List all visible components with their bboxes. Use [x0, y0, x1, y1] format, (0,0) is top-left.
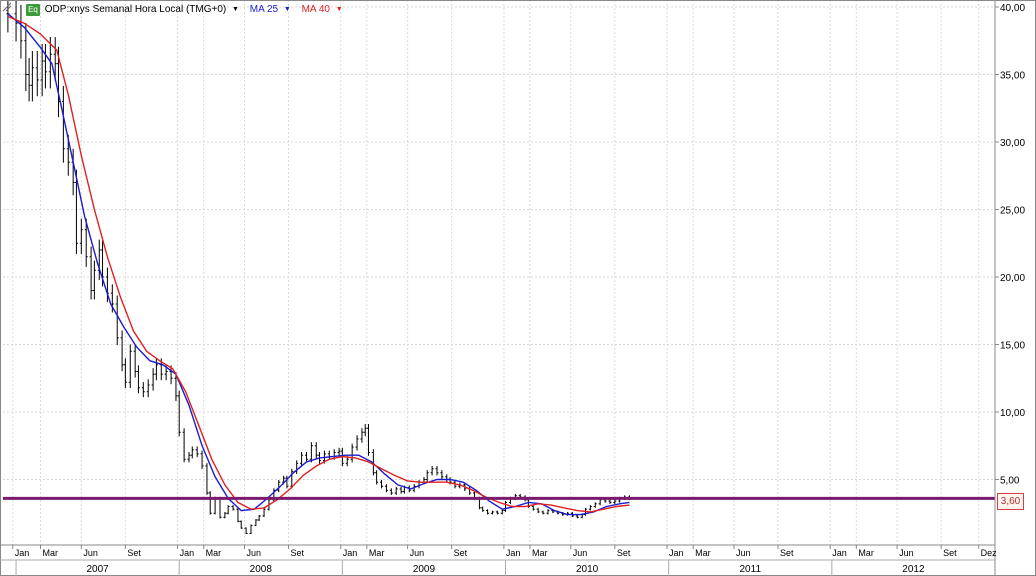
x-tick-label: Jun [83, 548, 98, 558]
year-label: 2008 [250, 564, 273, 575]
ma25-line [7, 13, 630, 516]
x-tick-label: Set [127, 548, 141, 558]
x-tick-label: Jun [246, 548, 261, 558]
x-tick-label: Jun [736, 548, 751, 558]
grid-lines [3, 0, 995, 545]
year-label: 2012 [902, 564, 925, 575]
y-tick-label: 25,00 [1000, 206, 1025, 217]
x-tick-label: Set [291, 548, 305, 558]
x-tick-label: Jan [343, 548, 358, 558]
corner-resize-icon[interactable] [2, 2, 12, 12]
year-label: 2011 [740, 564, 762, 575]
x-tick-label: Jun [410, 548, 425, 558]
x-tick-label: Set [454, 548, 468, 558]
equity-badge: Eq [26, 4, 40, 16]
year-label: 2010 [576, 564, 599, 575]
x-tick-label: Jan [669, 548, 684, 558]
ma40-dropdown-icon[interactable]: ▼ [336, 3, 343, 17]
x-tick-label: Mar [369, 548, 385, 558]
series-group [6, 0, 632, 534]
price-chart[interactable]: 5,00 10,00 15,00 20,00 25,00 30,00 35,00 40,00 J… [0, 0, 1036, 576]
current-price-tag: 3,60 [997, 493, 1024, 510]
x-tick-label: Mar [43, 548, 59, 558]
x-tick-label: Set [780, 548, 794, 558]
ma40-label[interactable]: MA 40 [302, 3, 330, 17]
x-tick-label: Mar [858, 548, 874, 558]
ma25-label[interactable]: MA 25 [250, 3, 278, 17]
x-tick-label: Mar [532, 548, 548, 558]
x-tick-label: Set [943, 548, 957, 558]
x-tick-label: Jan [180, 548, 195, 558]
year-label: 2007 [87, 564, 110, 575]
y-tick-label: 30,00 [1000, 138, 1025, 149]
x-tick-label: Jan [15, 548, 30, 558]
x-tick-label: Jan [832, 548, 847, 558]
x-tick-label: Mar [206, 548, 222, 558]
x-tick-label: Jun [899, 548, 914, 558]
y-tick-label: 10,00 [1000, 408, 1025, 419]
chart-header: Eq ODP:xnys Semanal Hora Local (TMG+0) ▼… [26, 3, 351, 17]
x-tick-label: Jun [573, 548, 588, 558]
y-tick-label: 35,00 [1000, 71, 1025, 82]
y-tick-label: 5,00 [1000, 476, 1020, 487]
x-tick-label: Mar [695, 548, 711, 558]
y-tick-label: 20,00 [1000, 273, 1025, 284]
axes: 5,00 10,00 15,00 20,00 25,00 30,00 35,00 40,00 J… [0, 0, 1036, 576]
symbol-dropdown-icon[interactable]: ▼ [232, 3, 239, 17]
y-tick-label: 40,00 [1000, 3, 1025, 14]
x-tick-label: Jan [506, 548, 521, 558]
symbol-label[interactable]: ODP:xnys Semanal Hora Local (TMG+0) [45, 3, 226, 17]
ma40-line [7, 15, 630, 513]
ma25-dropdown-icon[interactable]: ▼ [284, 3, 291, 17]
x-tick-label: Dez [981, 548, 998, 558]
y-tick-label: 15,00 [1000, 341, 1025, 352]
year-label: 2009 [413, 564, 436, 575]
x-tick-label: Set [617, 548, 631, 558]
outer-frame [0, 0, 1036, 576]
